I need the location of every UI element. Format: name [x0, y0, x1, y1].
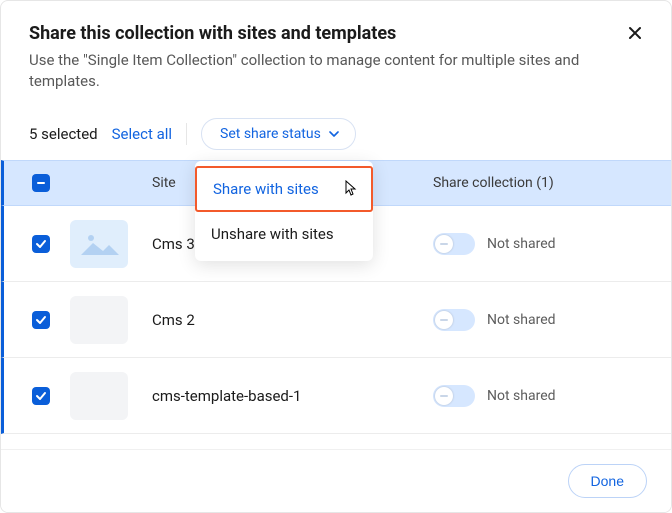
close-button[interactable]: [621, 19, 649, 47]
share-toggle[interactable]: [433, 309, 475, 331]
select-all-link[interactable]: Select all: [112, 125, 172, 143]
site-thumbnail: [70, 372, 128, 420]
modal-subtitle: Use the "Single Item Collection" collect…: [29, 50, 589, 92]
share-status-dropdown: Share with sites Unshare with sites: [195, 161, 373, 261]
site-name: Cms 2: [152, 311, 433, 329]
dropdown-item-share[interactable]: Share with sites: [195, 166, 373, 212]
minus-icon: [440, 243, 448, 245]
selected-count: 5 selected: [29, 125, 98, 143]
check-icon: [35, 314, 47, 326]
modal-footer: Done: [1, 449, 671, 512]
row-checkbox[interactable]: [32, 311, 50, 329]
set-share-label: Set share status: [220, 126, 321, 142]
share-toggle[interactable]: [433, 233, 475, 255]
dropdown-item-unshare[interactable]: Unshare with sites: [195, 213, 373, 255]
site-name: cms-template-based-1: [152, 387, 433, 405]
image-placeholder-icon: [79, 229, 119, 259]
share-status: Not shared: [487, 312, 556, 328]
minus-icon: [440, 395, 448, 397]
modal-header: Share this collection with sites and tem…: [1, 1, 671, 104]
header-checkbox-indeterminate[interactable]: [32, 174, 50, 192]
controls-bar: 5 selected Select all Set share status: [1, 104, 671, 160]
column-share-label: Share collection (1): [433, 175, 643, 191]
row-checkbox[interactable]: [32, 235, 50, 253]
share-collection-modal: Share this collection with sites and tem…: [0, 0, 672, 513]
share-status: Not shared: [487, 236, 556, 252]
share-status: Not shared: [487, 388, 556, 404]
check-icon: [35, 390, 47, 402]
minus-icon: [37, 182, 45, 184]
chevron-down-icon: [329, 129, 339, 139]
site-thumbnail: [70, 296, 128, 344]
table-row: Cms 2 Not shared: [1, 282, 671, 358]
divider: [186, 123, 187, 145]
row-checkbox[interactable]: [32, 387, 50, 405]
minus-icon: [440, 319, 448, 321]
modal-title: Share this collection with sites and tem…: [29, 23, 643, 44]
cursor-pointer-icon: [341, 180, 357, 198]
share-toggle[interactable]: [433, 385, 475, 407]
set-share-status-button[interactable]: Set share status: [201, 118, 356, 150]
done-button[interactable]: Done: [568, 464, 647, 498]
table-row: cms-template-based-1 Not shared: [1, 358, 671, 434]
site-thumbnail: [70, 220, 128, 268]
check-icon: [35, 238, 47, 250]
close-icon: [627, 25, 643, 41]
